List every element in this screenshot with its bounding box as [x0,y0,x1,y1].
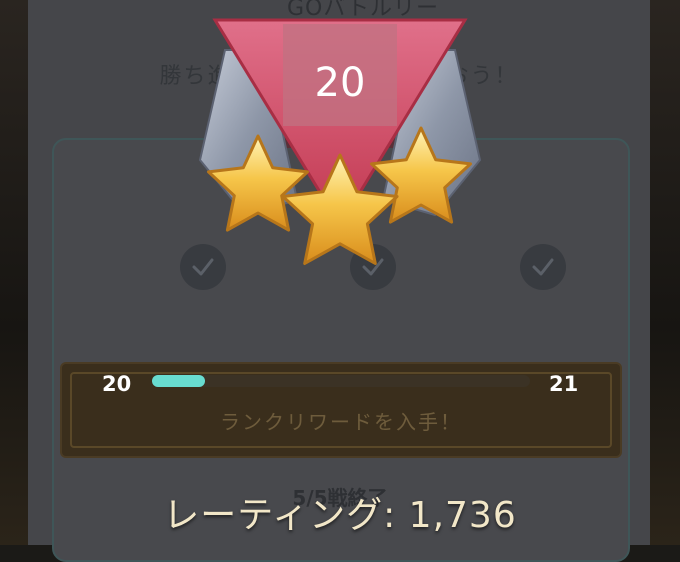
current-rank-label: 20 [102,372,132,396]
next-rank-label: 21 [549,372,579,396]
background-right-edge [650,0,680,545]
rating-value: レーティング: 1,736 [163,495,517,536]
rank-reward-label: ランクリワードを入手！ [220,410,462,434]
rank-progress-bar [152,375,530,387]
background-left-edge [0,0,28,545]
rank-badge: 20 [185,10,495,280]
rank-progress-fill [152,375,205,387]
badge-rank-number: 20 [314,60,366,106]
battle-check-icon [520,244,566,290]
